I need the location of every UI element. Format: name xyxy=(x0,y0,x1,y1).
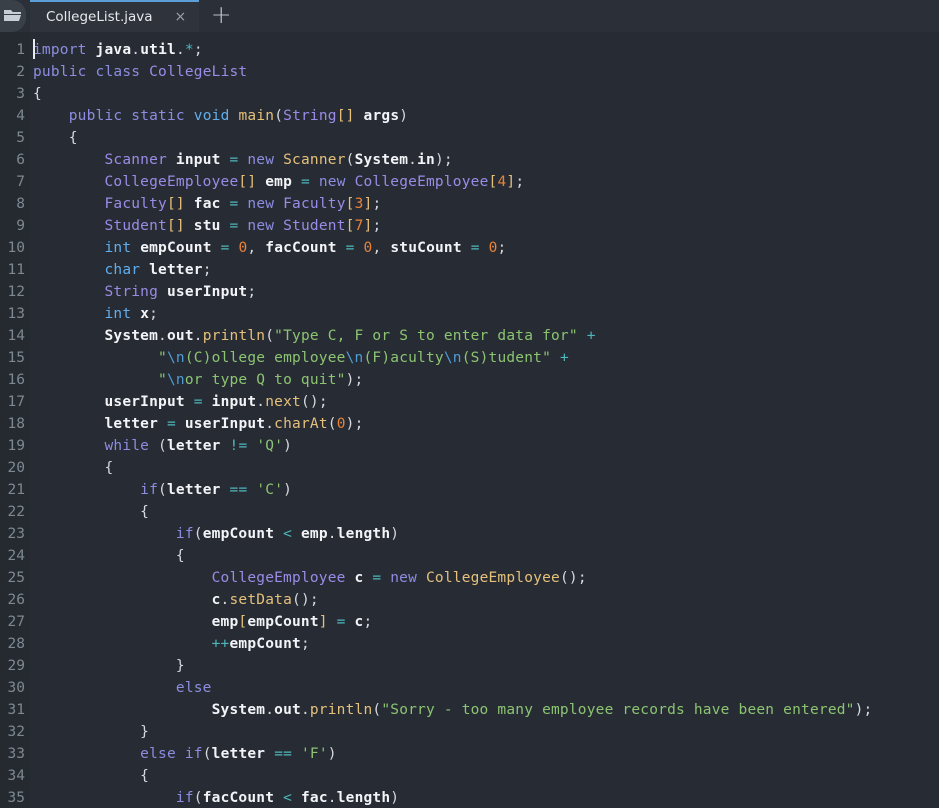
line-number: 30 xyxy=(7,680,25,696)
tab-title: CollegeList.java xyxy=(46,9,153,25)
line-number: 8 xyxy=(16,196,25,212)
code-line[interactable]: } xyxy=(33,721,939,743)
code-line[interactable]: while (letter != 'Q') xyxy=(33,435,939,457)
code-line[interactable]: letter = userInput.charAt(0); xyxy=(33,413,939,435)
line-number: 21 xyxy=(7,482,25,498)
code-line[interactable]: { xyxy=(33,127,939,149)
line-number: 26 xyxy=(7,592,25,608)
code-editor[interactable]: 1 2 3 4 5 6 7 8 9 10 11 12 13 14 15 16 17 18 19 20 21 22 23 24 2… xyxy=(0,32,939,808)
line-number: 28 xyxy=(7,636,25,652)
code-line[interactable]: System.out.println("Type C, F or S to en… xyxy=(33,325,939,347)
line-number: 6 xyxy=(16,152,25,168)
line-number: 33 xyxy=(7,746,25,762)
code-line[interactable]: if(letter == 'C') xyxy=(33,479,939,501)
code-line[interactable]: if(empCount < emp.length) xyxy=(33,523,939,545)
line-number: 16 xyxy=(7,372,25,388)
line-number: 18 xyxy=(7,416,25,432)
line-number: 22 xyxy=(7,504,25,520)
line-number: 32 xyxy=(7,724,25,740)
line-number: 25 xyxy=(7,570,25,586)
code-line[interactable]: { xyxy=(33,501,939,523)
code-line[interactable]: CollegeEmployee[] emp = new CollegeEmplo… xyxy=(33,171,939,193)
code-line[interactable]: char letter; xyxy=(33,259,939,281)
tab-bar: CollegeList.java × + xyxy=(0,0,939,32)
line-number: 17 xyxy=(7,394,25,410)
editor-tab-collegelist[interactable]: CollegeList.java × xyxy=(30,0,200,32)
open-folder-button[interactable] xyxy=(0,0,26,32)
code-line[interactable]: else xyxy=(33,677,939,699)
line-number: 19 xyxy=(7,438,25,454)
line-number: 2 xyxy=(16,64,25,80)
tab-bar-empty-space xyxy=(243,0,939,32)
code-line[interactable]: Scanner input = new Scanner(System.in); xyxy=(33,149,939,171)
line-number: 1 xyxy=(16,42,25,58)
line-number: 11 xyxy=(7,262,25,278)
close-icon[interactable]: × xyxy=(171,10,191,24)
line-number: 15 xyxy=(7,350,25,366)
code-line[interactable]: { xyxy=(33,765,939,787)
code-line[interactable]: ++empCount; xyxy=(33,633,939,655)
line-number: 24 xyxy=(7,548,25,564)
line-number: 35 xyxy=(7,790,25,806)
code-line[interactable]: CollegeEmployee c = new CollegeEmployee(… xyxy=(33,567,939,589)
code-line[interactable]: else if(letter == 'F') xyxy=(33,743,939,765)
line-number: 27 xyxy=(7,614,25,630)
code-line[interactable]: public class CollegeList xyxy=(33,61,939,83)
code-line[interactable]: int empCount = 0, facCount = 0, stuCount… xyxy=(33,237,939,259)
code-line[interactable]: "\n(C)ollege employee\n(F)aculty\n(S)tud… xyxy=(33,347,939,369)
code-line[interactable]: "\nor type Q to quit"); xyxy=(33,369,939,391)
text-caret xyxy=(33,39,35,59)
code-line[interactable]: public static void main(String[] args) xyxy=(33,105,939,127)
line-number: 13 xyxy=(7,306,25,322)
line-number: 34 xyxy=(7,768,25,784)
new-tab-button[interactable]: + xyxy=(199,0,243,32)
code-line[interactable]: c.setData(); xyxy=(33,589,939,611)
code-line[interactable]: emp[empCount] = c; xyxy=(33,611,939,633)
code-line[interactable]: import java.util.*; xyxy=(33,39,939,61)
line-number-gutter: 1 2 3 4 5 6 7 8 9 10 11 12 13 14 15 16 17 18 19 20 21 22 23 24 2… xyxy=(0,32,30,808)
line-number: 4 xyxy=(16,108,25,124)
code-line[interactable]: { xyxy=(33,457,939,479)
code-line[interactable]: } xyxy=(33,655,939,677)
code-line[interactable]: int x; xyxy=(33,303,939,325)
line-number: 12 xyxy=(7,284,25,300)
line-number: 9 xyxy=(16,218,25,234)
code-line[interactable]: userInput = input.next(); xyxy=(33,391,939,413)
code-content[interactable]: import java.util.*; public class CollegeL… xyxy=(30,32,939,808)
line-number: 10 xyxy=(7,240,25,256)
line-number: 29 xyxy=(7,658,25,674)
line-number: 3 xyxy=(16,86,25,102)
line-number: 31 xyxy=(7,702,25,718)
code-line[interactable]: Faculty[] fac = new Faculty[3]; xyxy=(33,193,939,215)
line-number: 5 xyxy=(16,130,25,146)
code-line[interactable]: { xyxy=(33,83,939,105)
code-line[interactable]: { xyxy=(33,545,939,567)
line-number: 23 xyxy=(7,526,25,542)
code-line[interactable]: if(facCount < fac.length) xyxy=(33,787,939,808)
open-folder-icon xyxy=(4,7,22,26)
line-number: 14 xyxy=(7,328,25,344)
code-line[interactable]: System.out.println("Sorry - too many emp… xyxy=(33,699,939,721)
code-line[interactable]: Student[] stu = new Student[7]; xyxy=(33,215,939,237)
line-number: 20 xyxy=(7,460,25,476)
code-line[interactable]: String userInput; xyxy=(33,281,939,303)
line-number: 7 xyxy=(16,174,25,190)
